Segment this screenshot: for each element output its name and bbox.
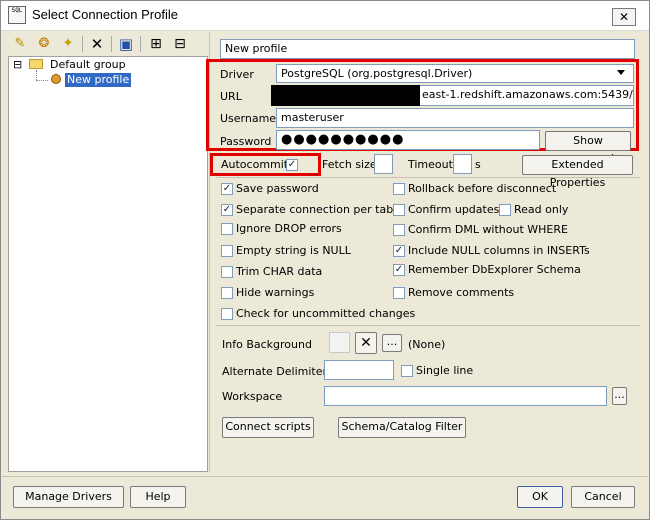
empty-string-null-checkbox[interactable] (221, 245, 233, 257)
copy-profile-icon[interactable]: ❂ (34, 34, 54, 54)
include-null-label: Include NULL columns in INSERTs (408, 244, 590, 257)
tree-line (36, 70, 37, 80)
include-null-checkbox[interactable]: ✓ (393, 245, 405, 257)
timeout-unit: s (475, 158, 481, 171)
remember-schema-label: Remember DbExplorer Schema (408, 263, 581, 276)
password-input[interactable]: ●●●●●●●●●● (276, 130, 540, 150)
divider (216, 325, 640, 326)
check-uncommitted-checkbox[interactable] (221, 308, 233, 320)
fetch-size-input[interactable] (374, 154, 393, 174)
delete-icon[interactable]: ✕ (87, 34, 107, 54)
collapse-all-icon[interactable]: ⊟ (170, 34, 190, 54)
url-label: URL (220, 90, 242, 103)
read-only-label: Read only (514, 203, 569, 216)
ignore-drop-errors-checkbox[interactable] (221, 223, 233, 235)
driver-select[interactable]: PostgreSQL (org.postgresql.Driver) (276, 64, 634, 83)
single-line-label: Single line (416, 364, 474, 377)
read-only-checkbox[interactable] (499, 204, 511, 216)
confirm-dml-checkbox[interactable] (393, 224, 405, 236)
alternate-delimiter-input[interactable] (324, 360, 394, 380)
color-browse-button[interactable]: ... (382, 334, 402, 352)
app-icon: SQL (8, 6, 26, 24)
workspace-browse-button[interactable]: ... (612, 387, 627, 405)
info-background-label: Info Background (222, 338, 312, 351)
fetch-size-label: Fetch size (322, 158, 377, 171)
timeout-input[interactable] (453, 154, 472, 174)
single-line-checkbox[interactable] (401, 365, 413, 377)
ignore-drop-errors-label: Ignore DROP errors (236, 222, 342, 235)
divider (216, 177, 640, 178)
remove-comments-checkbox[interactable] (393, 287, 405, 299)
driver-label: Driver (220, 68, 254, 81)
trim-char-checkbox[interactable] (221, 266, 233, 278)
folder-icon (29, 59, 43, 69)
manage-drivers-button[interactable]: Manage Drivers (13, 486, 124, 508)
check-uncommitted-label: Check for uncommitted changes (236, 307, 416, 320)
save-password-label: Save password (236, 182, 319, 195)
toolbar-separator (82, 36, 83, 52)
new-group-icon[interactable]: ✦ (58, 34, 78, 54)
help-button[interactable]: Help (130, 486, 186, 508)
ok-button[interactable]: OK (517, 486, 563, 508)
workspace-label: Workspace (222, 390, 283, 403)
timeout-label: Timeout (408, 158, 453, 171)
rollback-label: Rollback before disconnect (408, 182, 557, 195)
color-swatch[interactable] (329, 332, 350, 353)
tree-profile-new[interactable]: New profile (65, 73, 132, 87)
remember-schema-checkbox[interactable]: ✓ (393, 264, 405, 276)
hide-warnings-label: Hide warnings (236, 286, 315, 299)
save-icon[interactable]: ▣ (116, 34, 136, 54)
hide-warnings-checkbox[interactable] (221, 287, 233, 299)
workspace-input[interactable] (324, 386, 607, 406)
extended-properties-button[interactable]: Extended Properties (522, 155, 633, 189)
password-label: Password (220, 135, 272, 148)
rollback-checkbox[interactable] (393, 183, 405, 195)
trim-char-label: Trim CHAR data (236, 265, 323, 278)
username-label: Username (220, 112, 277, 125)
group-expander-icon[interactable]: ⊟ (13, 58, 22, 71)
toolbar-separator (111, 36, 112, 52)
tree-line (36, 80, 48, 81)
empty-string-null-label: Empty string is NULL (236, 244, 351, 257)
show-password-button[interactable]: Show password (545, 131, 631, 165)
save-password-checkbox[interactable]: ✓ (221, 183, 233, 195)
footer-divider (2, 476, 648, 477)
redaction-block (271, 85, 420, 106)
clear-color-icon[interactable]: ✕ (355, 332, 377, 354)
connect-scripts-button[interactable]: Connect scripts (222, 417, 314, 438)
confirm-dml-label: Confirm DML without WHERE (408, 223, 568, 236)
profile-tree[interactable] (8, 56, 208, 472)
separate-connection-label: Separate connection per tab (236, 203, 394, 216)
expand-all-icon[interactable]: ⊞ (146, 34, 166, 54)
window-title: Select Connection Profile (32, 7, 178, 22)
alternate-delimiter-label: Alternate Delimiter (222, 365, 328, 378)
remove-comments-label: Remove comments (408, 286, 515, 299)
chevron-down-icon[interactable] (617, 70, 625, 75)
username-input[interactable]: masteruser (276, 108, 634, 128)
toolbar-separator (140, 36, 141, 52)
autocommit-label: Autocommit (221, 158, 289, 171)
profile-name-input[interactable]: New profile (220, 39, 635, 59)
cancel-button[interactable]: Cancel (571, 486, 635, 508)
info-background-value: (None) (408, 338, 446, 351)
confirm-updates-label: Confirm updates (408, 203, 500, 216)
autocommit-checkbox[interactable]: ✓ (286, 159, 298, 171)
confirm-updates-checkbox[interactable] (393, 204, 405, 216)
close-icon[interactable]: ✕ (612, 8, 636, 26)
schema-catalog-filter-button[interactable]: Schema/Catalog Filter (338, 417, 466, 438)
profile-icon (51, 74, 61, 84)
separate-connection-checkbox[interactable]: ✓ (221, 204, 233, 216)
tree-group-default[interactable]: Default group (50, 58, 126, 71)
new-profile-icon[interactable]: ✎ (10, 34, 30, 54)
